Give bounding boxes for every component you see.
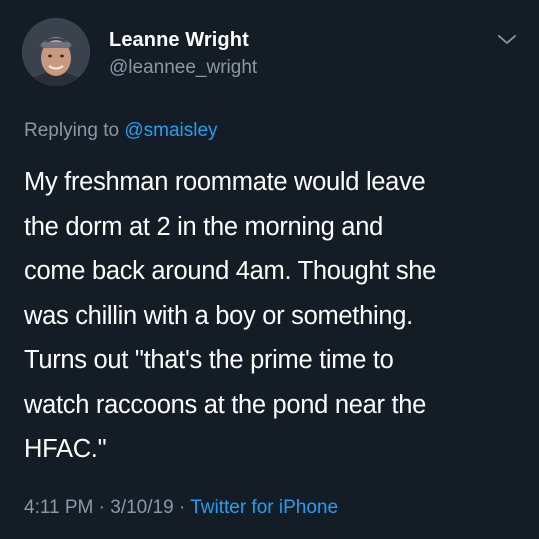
tweet-source-link[interactable]: Twitter for iPhone [190, 497, 338, 518]
tweet-card: Leanne Wright @leannee_wright Replying t… [0, 0, 539, 539]
chevron-down-icon[interactable] [496, 32, 518, 48]
display-name[interactable]: Leanne Wright [109, 29, 249, 52]
tweet-text-line: Turns out "that's the prime time to [24, 346, 394, 374]
tweet-text-line: HFAC." [24, 435, 107, 463]
replying-to-label: Replying to [24, 120, 120, 141]
tweet-text-line: the dorm at 2 in the morning and [24, 212, 383, 241]
avatar[interactable] [22, 18, 90, 86]
replying-to: Replying to @smaisley [24, 120, 218, 142]
tweet-text-line: come back around 4am. Thought she [24, 257, 437, 285]
tweet-text-line: watch raccoons at the pond near the [24, 390, 427, 419]
reply-mention-link[interactable]: @smaisley [124, 120, 217, 141]
avatar-photo [22, 18, 90, 86]
tweet-meta: 4:11 PM · 3/10/19 · Twitter for iPhone [24, 497, 338, 519]
tweet-text-line: was chillin with a boy or something. [24, 301, 413, 330]
meta-separator: · [98, 497, 105, 518]
meta-separator: · [178, 497, 186, 518]
tweet-text: My freshman roommate would leave the dor… [24, 160, 529, 472]
tweet-time[interactable]: 4:11 PM [24, 497, 93, 518]
tweet-date[interactable]: 3/10/19 [110, 497, 173, 518]
tweet-text-line: My freshman roommate would leave [24, 168, 426, 196]
user-handle[interactable]: @leannee_wright [109, 57, 257, 79]
